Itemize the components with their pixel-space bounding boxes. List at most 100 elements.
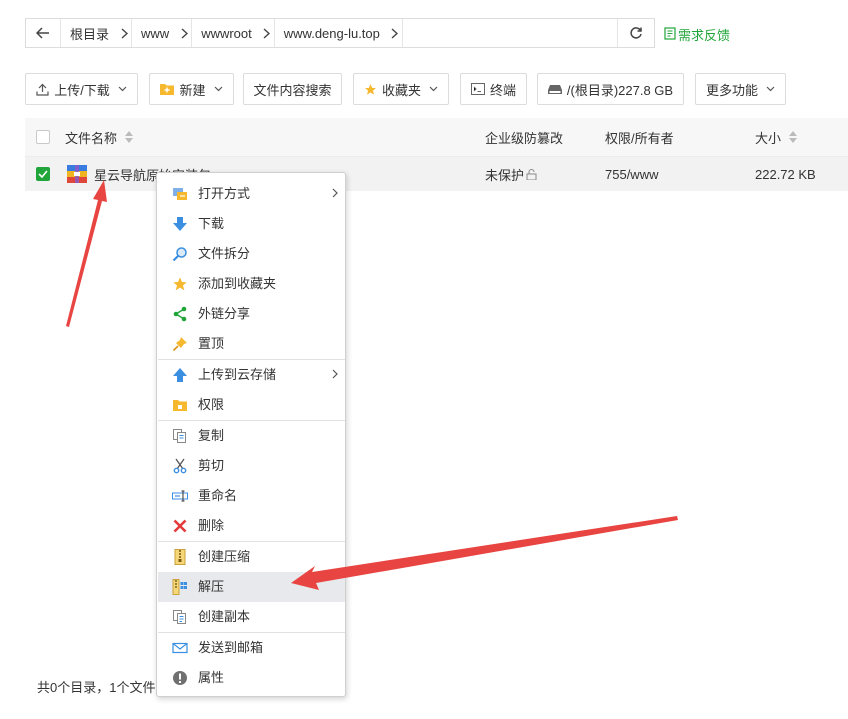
new-folder-icon [160,83,175,95]
protect-status-label[interactable]: 未保护 [485,165,524,184]
feedback-link[interactable]: 需求反馈 [664,25,730,44]
star-icon [364,83,377,96]
file-table-header: 文件名称 企业级防篡改 权限/所有者 大小 [25,118,848,157]
menu-item-duplicate[interactable]: 创建副本 [158,602,345,632]
chevron-right-icon[interactable] [117,19,133,47]
perm-column-header: 权限/所有者 [605,118,674,156]
menu-item-cut[interactable]: 剪切 [158,451,345,481]
refresh-icon [630,27,642,39]
folder-lock-icon [172,397,188,413]
star-icon [172,276,188,292]
chevron-down-icon [766,86,775,92]
menu-label: 上传到云存储 [198,367,277,382]
menu-item-delete[interactable]: 删除 [158,511,345,541]
menu-item-extract[interactable]: 解压 [158,572,345,602]
row-checkbox[interactable] [36,157,50,191]
back-arrow-icon [36,27,49,39]
menu-item-pin[interactable]: 置顶 [158,329,345,359]
menu-label: 属性 [198,670,225,685]
menu-label: 下载 [198,216,225,231]
menu-item-split[interactable]: 文件拆分 [158,239,345,269]
menu-label: 删除 [198,518,225,533]
chevron-right-icon[interactable] [260,19,275,47]
menu-item-add-favorite[interactable]: 添加到收藏夹 [158,269,345,299]
menu-label: 添加到收藏夹 [198,276,277,291]
menu-label: 置顶 [198,336,225,351]
terminal-button[interactable]: 终端 [460,73,527,105]
upload-arrow-icon [172,367,188,383]
upload-download-button[interactable]: 上传/下载 [25,73,138,105]
footer-summary: 共0个目录，1个文件, [37,680,160,695]
breadcrumb-root[interactable]: 根目录 [61,19,133,47]
new-button[interactable]: 新建 [149,73,234,105]
favorites-button[interactable]: 收藏夹 [353,73,449,105]
perm-header-label: 权限/所有者 [605,130,674,146]
menu-label: 重命名 [198,488,238,503]
chevron-right-icon[interactable] [388,19,403,47]
name-column-header[interactable]: 文件名称 [65,118,134,156]
menu-item-cloud-upload[interactable]: 上传到云存储 [158,360,345,390]
menu-item-permission[interactable]: 权限 [158,390,345,420]
menu-item-email[interactable]: 发送到邮箱 [158,633,345,663]
upload-icon [36,83,49,96]
protect-status[interactable]: 未保护 [485,157,537,191]
terminal-icon [470,83,485,95]
chevron-down-icon [214,86,223,92]
table-row[interactable]: 星云导航原始安装包.rar 未保护 755/www 222.72 KB [25,157,848,191]
duplicate-icon [172,609,188,625]
breadcrumb-wwwroot[interactable]: wwwroot [192,19,275,47]
sort-icon[interactable] [125,131,134,143]
unlock-icon[interactable] [526,168,537,180]
select-all-checkbox[interactable] [36,118,50,156]
path-bar[interactable]: 根目录 www wwwroot www.deng-lu.top [25,18,655,48]
menu-label: 打开方式 [198,186,251,201]
rename-icon [172,488,188,504]
chevron-right-icon[interactable] [177,19,193,47]
menu-item-open-with[interactable]: 打开方式 [158,179,345,209]
menu-item-properties[interactable]: 属性 [158,663,345,693]
menu-item-copy[interactable]: 复制 [158,421,345,451]
download-arrow-icon [172,216,188,232]
content-search-button[interactable]: 文件内容搜索 [243,73,342,105]
chevron-right-icon [332,179,338,209]
perm-value[interactable]: 755/www [605,157,658,191]
breadcrumb-site[interactable]: www.deng-lu.top [275,19,403,47]
back-button[interactable] [26,19,61,47]
name-header-label[interactable]: 文件名称 [65,128,117,147]
feedback-label[interactable]: 需求反馈 [678,25,730,44]
menu-label: 解压 [198,579,225,594]
info-icon [172,670,188,686]
context-menu: 打开方式 下载 文件拆分 添加到收藏夹 外链分享 置顶 上传到云存储 权限 复制… [156,172,346,697]
size-header-label[interactable]: 大小 [755,128,781,147]
feedback-icon [664,26,676,43]
breadcrumb-label[interactable]: www [132,26,177,41]
rar-file-icon [67,157,87,191]
menu-label: 创建压缩 [198,549,251,564]
menu-label: 文件拆分 [198,246,251,261]
protect-column-header: 企业级防篡改 [485,118,563,156]
breadcrumb-label[interactable]: wwwroot [192,26,260,41]
terminal-label: 终端 [489,82,516,98]
size-column-header[interactable]: 大小 [755,118,798,156]
breadcrumb-label[interactable]: 根目录 [61,24,117,43]
menu-item-rename[interactable]: 重命名 [158,481,345,511]
share-icon [172,306,188,322]
content-search-label: 文件内容搜索 [253,82,332,98]
sort-icon[interactable] [789,131,798,143]
chevron-down-icon [429,86,438,92]
size-value: 222.72 KB [755,157,816,191]
pin-icon [172,336,188,352]
size-value-label: 222.72 KB [755,166,816,182]
menu-item-download[interactable]: 下载 [158,209,345,239]
menu-item-share[interactable]: 外链分享 [158,299,345,329]
scissors-icon [172,458,188,474]
more-functions-button[interactable]: 更多功能 [695,73,786,105]
breadcrumb-www[interactable]: www [132,19,193,47]
more-functions-label: 更多功能 [705,82,758,98]
refresh-button[interactable] [617,19,654,47]
favorites-label: 收藏夹 [381,82,421,98]
breadcrumb-label[interactable]: www.deng-lu.top [275,26,388,41]
disk-button[interactable]: /(根目录)227.8 GB [537,73,684,105]
perm-value-label[interactable]: 755/www [605,167,658,182]
menu-item-compress[interactable]: 创建压缩 [158,542,345,572]
